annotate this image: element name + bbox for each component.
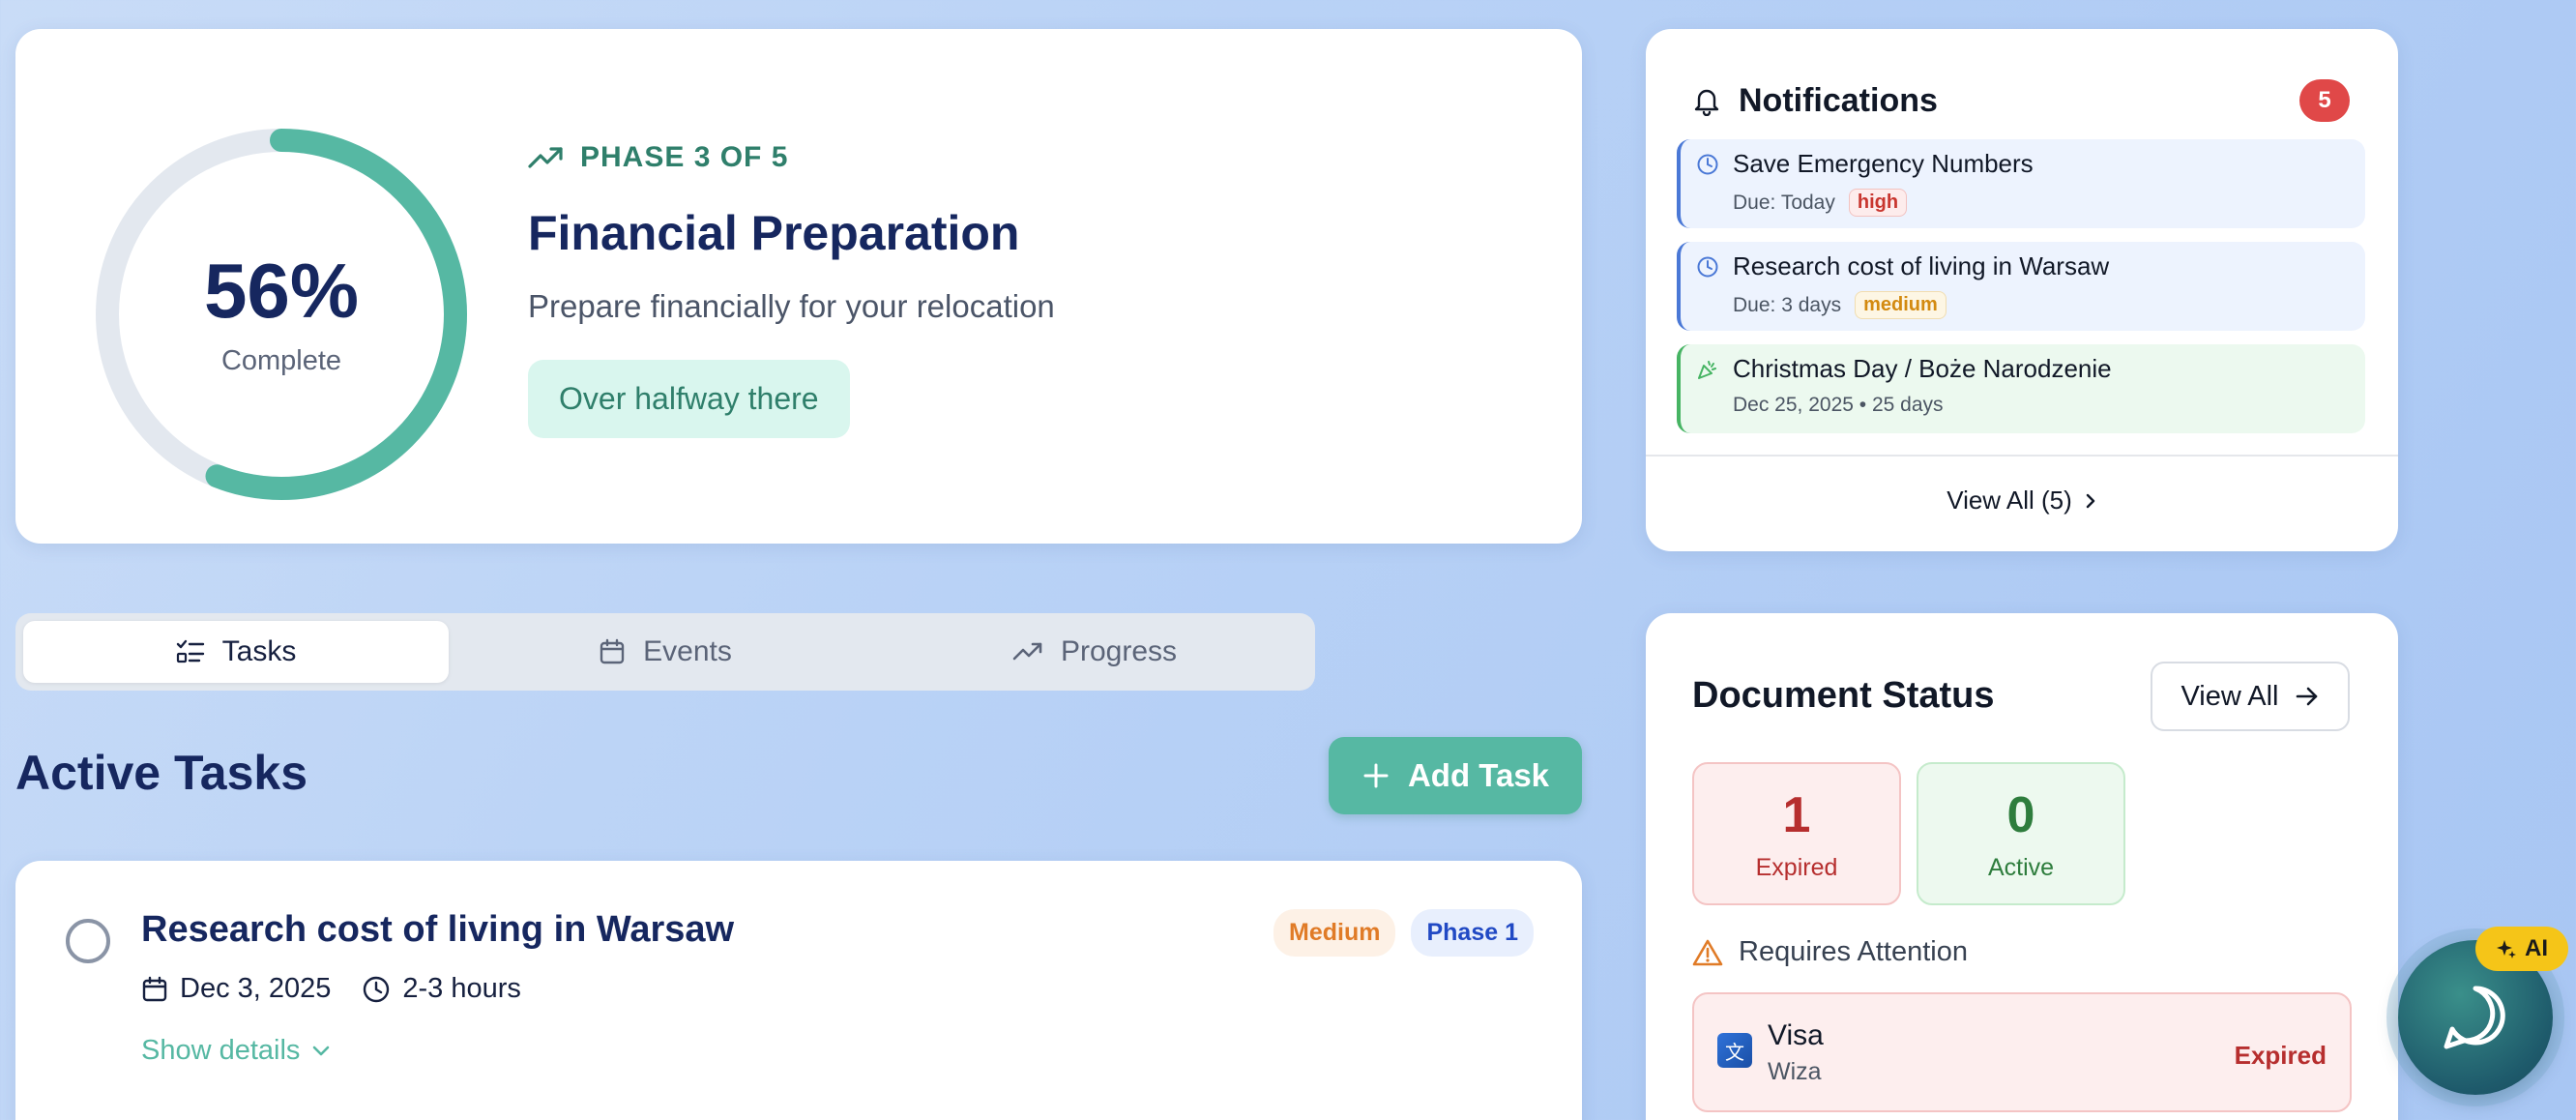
document-row[interactable]: 文 Visa Wiza Expired: [1692, 992, 2352, 1112]
add-task-button[interactable]: Add Task: [1329, 737, 1582, 814]
requires-attention-label: Requires Attention: [1739, 936, 1968, 967]
requires-attention-heading: Requires Attention: [1692, 936, 1968, 968]
notification-title: Save Emergency Numbers: [1733, 149, 2034, 178]
task-date: Dec 3, 2025: [141, 973, 331, 1005]
notification-item[interactable]: Save Emergency Numbers Due: Today high: [1677, 139, 2365, 228]
sparkles-icon: [2497, 940, 2516, 958]
active-count-card[interactable]: 0 Active: [1917, 762, 2125, 905]
phase-progress-card: 56% Complete PHASE 3 OF 5 Financial Prep…: [15, 29, 1582, 544]
phase-status-badge: Over halfway there: [528, 360, 850, 438]
notification-title: Research cost of living in Warsaw: [1733, 251, 2110, 280]
view-all-notifications-link[interactable]: View All (5): [1646, 486, 2398, 516]
expired-count-card[interactable]: 1 Expired: [1692, 762, 1901, 905]
progress-ring-label: 56% Complete: [83, 116, 480, 513]
notification-title: Christmas Day / Boże Narodzenie: [1733, 354, 2112, 383]
notifications-count-badge: 5: [2299, 79, 2350, 122]
trending-up-icon: [528, 147, 563, 168]
phase-eyebrow: PHASE 3 OF 5: [528, 141, 1055, 174]
notifications-header: Notifications 5: [1692, 79, 2350, 122]
chevron-down-icon: [313, 1046, 330, 1055]
active-tasks-heading: Active Tasks: [15, 746, 308, 800]
notification-item[interactable]: Research cost of living in Warsaw Due: 3…: [1677, 242, 2365, 331]
document-status-badge: Expired: [2234, 1041, 2327, 1070]
phase-badge: Phase 1: [1411, 909, 1534, 957]
tab-progress[interactable]: Progress: [882, 621, 1307, 683]
task-duration: 2-3 hours: [362, 973, 521, 1005]
notification-item[interactable]: Christmas Day / Boże Narodzenie Dec 25, …: [1677, 344, 2365, 433]
clock-icon: [1697, 256, 1718, 278]
active-count: 0: [2006, 786, 2035, 843]
ai-badge-label: AI: [2525, 935, 2548, 961]
task-meta: Dec 3, 2025 2-3 hours: [141, 973, 521, 1005]
notification-meta: Dec 25, 2025 • 25 days: [1733, 394, 2346, 417]
notification-meta: Due: Today high: [1733, 189, 2346, 217]
task-tags: Medium Phase 1: [1273, 909, 1534, 957]
trending-up-icon: [1012, 642, 1042, 661]
active-label: Active: [1987, 853, 2055, 881]
phase-number: PHASE 3 OF 5: [580, 141, 789, 173]
tab-events-label: Events: [643, 635, 732, 667]
notifications-title: Notifications: [1739, 81, 1938, 119]
document-local-name: Wiza: [1768, 1058, 1822, 1085]
document-name: Visa: [1768, 1019, 1824, 1051]
task-card: Research cost of living in Warsaw Dec 3,…: [15, 861, 1582, 1120]
show-details-label: Show details: [141, 1035, 301, 1066]
warning-triangle-icon: [1692, 939, 1723, 965]
view-tabs: Tasks Events Progress: [15, 613, 1315, 691]
document-status-title: Document Status: [1692, 675, 1995, 716]
clock-icon: [1697, 154, 1718, 175]
party-popper-icon: [1698, 361, 1716, 379]
chevron-right-icon: [2086, 493, 2094, 508]
tab-progress-label: Progress: [1060, 635, 1178, 667]
expired-count: 1: [1782, 786, 1811, 843]
view-all-label: View All: [2181, 680, 2279, 712]
expired-label: Expired: [1755, 853, 1838, 881]
phase-title: Financial Preparation: [528, 206, 1020, 260]
translate-icon: 文: [1717, 1033, 1752, 1068]
plus-icon: [1363, 763, 1389, 788]
task-title: Research cost of living in Warsaw: [141, 909, 735, 950]
notifications-card: Notifications 5 Save Emergency Numbers D…: [1646, 29, 2398, 551]
progress-percent: 56%: [203, 247, 360, 334]
phase-subtitle: Prepare financially for your relocation: [528, 288, 1055, 324]
notification-due: Due: 3 days: [1733, 293, 1842, 316]
view-all-documents-button[interactable]: View All: [2151, 662, 2350, 731]
task-date-text: Dec 3, 2025: [180, 973, 332, 1004]
view-all-label: View All (5): [1947, 486, 2072, 515]
calendar-icon: [142, 976, 167, 1001]
list-check-icon: [176, 639, 204, 663]
calendar-icon: [600, 638, 625, 664]
tab-events[interactable]: Events: [453, 621, 878, 683]
task-complete-checkbox[interactable]: [66, 919, 110, 963]
chat-bubble-icon: [2444, 986, 2505, 1049]
priority-badge: medium: [1855, 291, 1947, 319]
arrow-right-icon: [2296, 687, 2317, 706]
task-duration-text: 2-3 hours: [402, 973, 521, 1004]
divider: [1646, 455, 2398, 457]
document-status-card: Document Status View All 1 Expired 0 Act…: [1646, 613, 2398, 1120]
ai-badge: AI: [2475, 927, 2568, 971]
notification-due: Due: Today: [1733, 191, 1835, 214]
notification-date: Dec 25, 2025 • 25 days: [1733, 394, 1944, 416]
show-details-toggle[interactable]: Show details: [141, 1035, 331, 1067]
clock-icon: [364, 976, 390, 1002]
notification-meta: Due: 3 days medium: [1733, 291, 2346, 319]
progress-complete-label: Complete: [220, 344, 342, 376]
phase-info: PHASE 3 OF 5 Financial Preparation Prepa…: [528, 141, 1055, 438]
bell-icon: [1694, 89, 1719, 116]
add-task-label: Add Task: [1407, 757, 1550, 793]
priority-badge: Medium: [1273, 909, 1396, 957]
tab-tasks[interactable]: Tasks: [23, 621, 449, 683]
priority-badge: high: [1848, 189, 1908, 217]
tab-tasks-label: Tasks: [221, 635, 297, 667]
